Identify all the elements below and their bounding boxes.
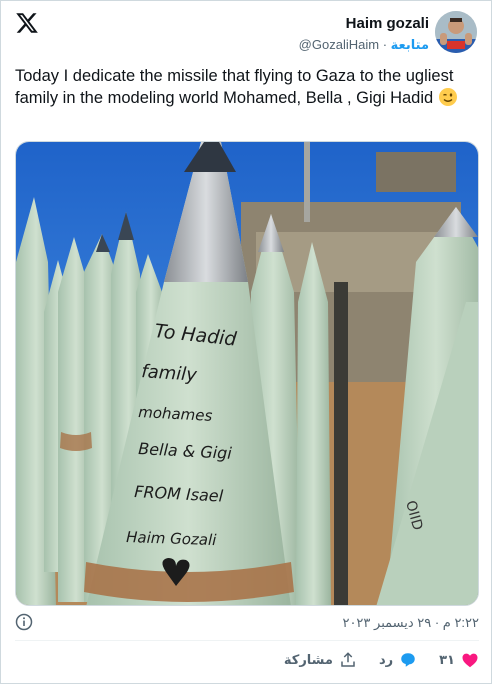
share-label: مشاركة <box>283 652 333 667</box>
divider <box>15 640 479 641</box>
reply-label: رد <box>378 652 394 667</box>
x-logo-icon[interactable] <box>15 11 39 35</box>
svg-text:family: family <box>141 361 198 386</box>
tweet-timestamp[interactable]: ٢:٢٢ م · ٢٩ ديسمبر ٢٠٢٣ <box>342 615 479 631</box>
action-bar: ٣١ رد مشاركة <box>15 649 479 671</box>
author-handle[interactable]: @GozaliHaim <box>299 37 379 52</box>
svg-text:Haim Gozali: Haim Gozali <box>126 528 218 549</box>
heart-icon <box>462 653 478 668</box>
share-icon <box>341 652 355 667</box>
separator-dot: · <box>382 37 388 52</box>
tweet-card: Haim gozali @GozaliHaim · متابعة Today I… <box>0 0 492 684</box>
like-count: ٣١ <box>439 652 455 667</box>
author-name[interactable]: Haim gozali <box>299 15 429 32</box>
share-button[interactable]: مشاركة <box>284 651 357 669</box>
like-button[interactable]: ٣١ <box>439 651 479 669</box>
follow-button[interactable]: متابعة <box>391 37 429 52</box>
tweet-photo[interactable]: To Hadid family mohames Bella & Gigi FRO… <box>15 141 479 606</box>
winking-face-icon <box>438 87 458 107</box>
info-row: ٢:٢٢ م · ٢٩ ديسمبر ٢٠٢٣ <box>15 613 479 633</box>
info-icon[interactable] <box>15 613 33 631</box>
tweet-text: Today I dedicate the missile that flying… <box>15 65 475 109</box>
avatar[interactable] <box>435 11 477 53</box>
author-block: Haim gozali @GozaliHaim · متابعة <box>299 15 429 53</box>
reply-button[interactable]: رد <box>379 651 417 669</box>
reply-bubble-icon <box>401 653 415 667</box>
author-meta: @GozaliHaim · متابعة <box>299 37 429 53</box>
tweet-body: Today I dedicate the missile that flying… <box>15 67 454 107</box>
